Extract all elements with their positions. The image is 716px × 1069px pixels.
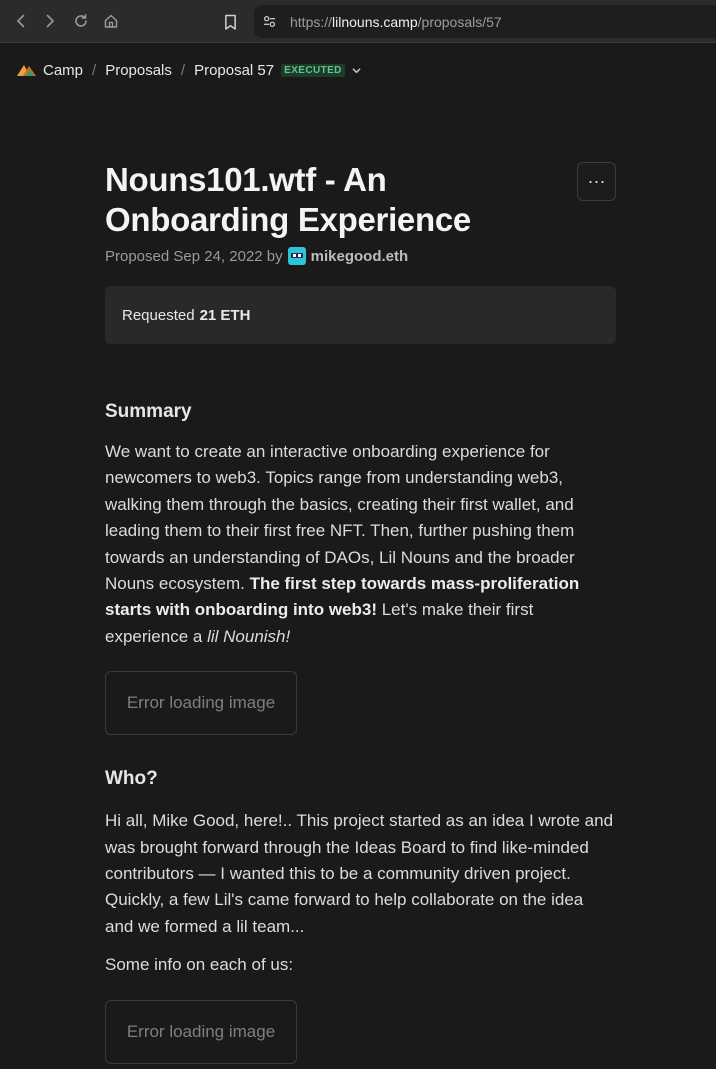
summary-paragraph: We want to create an interactive onboard… [105, 442, 580, 646]
reload-icon[interactable] [71, 11, 91, 31]
breadcrumb-proposals[interactable]: Proposals [105, 62, 172, 79]
author-link[interactable]: mikegood.eth [311, 248, 409, 265]
url-text[interactable]: https://lilnouns.camp/proposals/57 [290, 14, 502, 30]
breadcrumb-separator: / [92, 61, 97, 79]
avatar[interactable] [287, 247, 306, 265]
breadcrumb-proposal[interactable]: Proposal 57 [194, 62, 274, 79]
image-placeholder: Error loading image [105, 999, 297, 1064]
camp-logo-icon[interactable] [17, 64, 37, 76]
browser-toolbar: https://lilnouns.camp/proposals/57 [0, 0, 716, 43]
requested-amount-box: Requested 21 ETH [105, 286, 616, 344]
breadcrumb-separator: / [180, 61, 186, 79]
requested-label: Requested [122, 306, 195, 324]
forward-arrow-icon[interactable] [40, 11, 60, 31]
image-placeholder: Error loading image [105, 671, 297, 736]
breadcrumb-camp[interactable]: Camp [43, 62, 83, 79]
who-heading: Who? [105, 768, 158, 790]
home-icon[interactable] [101, 11, 121, 31]
status-badge: EXECUTED [281, 63, 345, 77]
bookmark-icon[interactable] [220, 11, 240, 33]
requested-amount: 21 ETH [199, 306, 251, 324]
breadcrumb: Camp / Proposals / Proposal 57 EXECUTED [17, 58, 363, 82]
who-paragraph-2: Some info on each of us: [105, 955, 294, 975]
address-bar[interactable]: https://lilnouns.camp/proposals/57 [254, 5, 716, 38]
proposal-title: Nouns101.wtf - An Onboarding Experience [105, 161, 471, 238]
proposal-meta: Proposed Sep 24, 2022 by mikegood.eth [105, 245, 616, 267]
summary-heading: Summary [105, 401, 192, 422]
site-settings-icon[interactable] [262, 14, 278, 30]
proposal-content: Nouns101.wtf - An Onboarding Experience … [105, 160, 616, 1064]
proposed-date: Proposed Sep 24, 2022 by [105, 247, 283, 265]
who-paragraph: Hi all, Mike Good, here!.. This project … [105, 811, 614, 936]
back-arrow-icon[interactable] [11, 11, 31, 31]
chevron-down-icon[interactable] [351, 64, 363, 76]
